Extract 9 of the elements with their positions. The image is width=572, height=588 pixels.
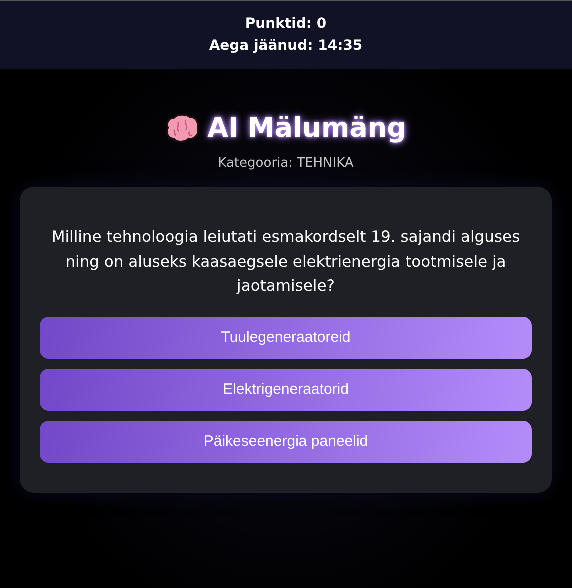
brain-icon <box>166 114 200 144</box>
answer-button[interactable]: Elektrigeneraatorid <box>40 368 532 410</box>
question-text: Milline tehnoloogia leiutati esmakordselt 19. sajandi alguses ning on aluseks kaasaegsele elektrienergia tootmisele ja jaotamisele? <box>50 227 522 297</box>
timer-text: Aega jäänud: 14:35 <box>209 37 363 55</box>
app-title: AI Mälumäng <box>208 113 406 144</box>
answer-button[interactable]: Päikeseenergia paneelid <box>40 420 532 462</box>
category-label: Kategooria: TEHNIKA <box>218 156 354 171</box>
score-text: Punktid: 0 <box>245 15 327 33</box>
answer-button[interactable]: Tuulegeneraatoreid <box>40 316 532 358</box>
